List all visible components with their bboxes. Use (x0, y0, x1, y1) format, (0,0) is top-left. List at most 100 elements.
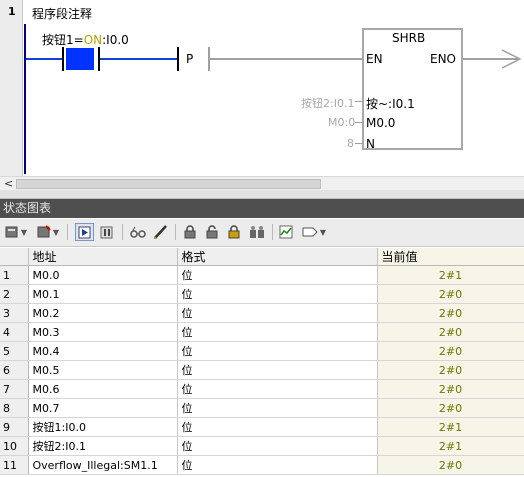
format-cell[interactable]: 位 (177, 265, 378, 285)
table-row[interactable]: 10 按钮2:I0.1 位 2#1 (0, 436, 524, 456)
format-column-header[interactable]: 格式 (177, 248, 378, 266)
chart-mode-button[interactable] (75, 223, 94, 241)
value-cell[interactable]: 2#0 (377, 341, 524, 361)
pin-data: 按~:I0.1 (366, 97, 415, 111)
toolbar-divider (67, 224, 68, 240)
data-ext-label: 按钮2:I0.1 (301, 97, 355, 110)
address-cell[interactable]: M0.1 (28, 284, 178, 304)
read-status-button[interactable] (128, 223, 148, 241)
ladder-editor[interactable]: 1 程序段注释 按钮1=ON:I0.0 P SHRB EN ENO 按钮2:I0… (0, 0, 524, 176)
address-cell[interactable]: Overflow_Illegal:SM1.1 (28, 455, 178, 475)
value-cell[interactable]: 2#0 (377, 322, 524, 342)
row-number: 5 (0, 341, 29, 361)
lock-icon (184, 225, 196, 239)
pin-en: EN (366, 52, 383, 66)
format-cell[interactable]: 位 (177, 436, 378, 456)
pin-n: N (366, 137, 375, 151)
glasses-icon (130, 226, 146, 238)
value-cell[interactable]: 2#1 (377, 265, 524, 285)
value-cell[interactable]: 2#0 (377, 379, 524, 399)
address-cell[interactable]: 按钮2:I0.1 (28, 436, 178, 456)
p-edge-left-bar (177, 47, 179, 71)
address-cell[interactable]: M0.5 (28, 360, 178, 380)
table-row[interactable]: 5 M0.4 位 2#0 (0, 341, 524, 361)
force-button[interactable] (181, 223, 199, 241)
address-cell[interactable]: M0.6 (28, 379, 178, 399)
contact-on-indicator[interactable] (66, 48, 94, 70)
format-cell[interactable]: 位 (177, 398, 378, 418)
address-cell[interactable]: 按钮1:I0.0 (28, 417, 178, 437)
contact-addr: :I0.0 (102, 33, 129, 47)
table-row[interactable]: 1 M0.0 位 2#1 (0, 265, 524, 285)
pin-sbit: M0.0 (366, 116, 396, 130)
table-row[interactable]: 9 按钮1:I0.0 位 2#1 (0, 417, 524, 437)
splitter-bar[interactable] (0, 190, 524, 199)
contact-name: 按钮1 (42, 33, 74, 47)
scroll-left-arrow[interactable]: < (4, 177, 13, 190)
format-cell[interactable]: 位 (177, 284, 378, 304)
contact-state: ON (83, 33, 103, 47)
table-row[interactable]: 2 M0.1 位 2#0 (0, 284, 524, 304)
status-chart-title: 状态图表 (0, 199, 524, 218)
format-cell[interactable]: 位 (177, 360, 378, 380)
row-number: 7 (0, 379, 29, 399)
value-cell[interactable]: 2#1 (377, 436, 524, 456)
address-cell[interactable]: M0.3 (28, 322, 178, 342)
toolbar-divider (175, 224, 176, 240)
row-number: 10 (0, 436, 29, 456)
table-row[interactable]: 8 M0.7 位 2#0 (0, 398, 524, 418)
unlock-icon (206, 225, 218, 239)
table-row[interactable]: 7 M0.6 位 2#0 (0, 379, 524, 399)
trend-view-button[interactable] (277, 223, 295, 241)
address-column-header[interactable]: 地址 (28, 248, 178, 266)
row-number: 8 (0, 398, 29, 418)
insert-button[interactable]: ▼ (2, 223, 30, 241)
horizontal-scrollbar[interactable]: < (0, 176, 524, 191)
address-cell[interactable]: M0.2 (28, 303, 178, 323)
sbit-ext-label: M0:0 (328, 116, 356, 129)
value-cell[interactable]: 2#0 (377, 303, 524, 323)
format-cell[interactable]: 位 (177, 455, 378, 475)
value-cell[interactable]: 2#0 (377, 360, 524, 380)
value-column-header[interactable]: 当前值 (377, 248, 524, 266)
table-row[interactable]: 4 M0.3 位 2#0 (0, 322, 524, 342)
contact-label: 按钮1=ON:I0.0 (42, 33, 129, 47)
read-icon (250, 226, 264, 238)
shrb-block[interactable] (362, 28, 463, 150)
network-number-column: 1 (0, 0, 23, 176)
format-cell[interactable]: 位 (177, 379, 378, 399)
value-cell[interactable]: 2#1 (377, 417, 524, 437)
row-number-header (0, 248, 29, 266)
format-cell[interactable]: 位 (177, 322, 378, 342)
format-cell[interactable]: 位 (177, 417, 378, 437)
wire-rail-to-contact (26, 58, 64, 60)
pin-eno: ENO (430, 52, 457, 66)
value-cell[interactable]: 2#0 (377, 398, 524, 418)
status-chart-toolbar: ▼ ▼ ▼ (0, 219, 524, 247)
scroll-thumb[interactable] (16, 179, 321, 189)
unforce-all-button[interactable] (225, 223, 243, 241)
grid-header-row: 地址 格式 当前值 (0, 248, 524, 266)
address-cell[interactable]: M0.7 (28, 398, 178, 418)
table-row[interactable]: 3 M0.2 位 2#0 (0, 303, 524, 323)
pause-button[interactable] (97, 223, 116, 241)
unforce-button[interactable] (203, 223, 221, 241)
format-cell[interactable]: 位 (177, 341, 378, 361)
delete-button[interactable]: ▼ (34, 223, 62, 241)
row-number: 2 (0, 284, 29, 304)
format-cell[interactable]: 位 (177, 303, 378, 323)
network-comment[interactable]: 程序段注释 (32, 5, 92, 22)
wire-n (355, 143, 363, 144)
tag-dropdown-button[interactable]: ▼ (299, 223, 329, 241)
write-button[interactable] (150, 223, 170, 241)
read-all-forced-button[interactable] (247, 223, 267, 241)
toolbar-divider (272, 224, 273, 240)
address-cell[interactable]: M0.4 (28, 341, 178, 361)
value-cell[interactable]: 2#0 (377, 284, 524, 304)
p-edge-label[interactable]: P (186, 52, 193, 66)
address-cell[interactable]: M0.0 (28, 265, 178, 285)
table-row[interactable]: 11 Overflow_Illegal:SM1.1 位 2#0 (0, 455, 524, 475)
trend-icon (279, 225, 293, 239)
table-row[interactable]: 6 M0.5 位 2#0 (0, 360, 524, 380)
value-cell[interactable]: 2#0 (377, 455, 524, 475)
